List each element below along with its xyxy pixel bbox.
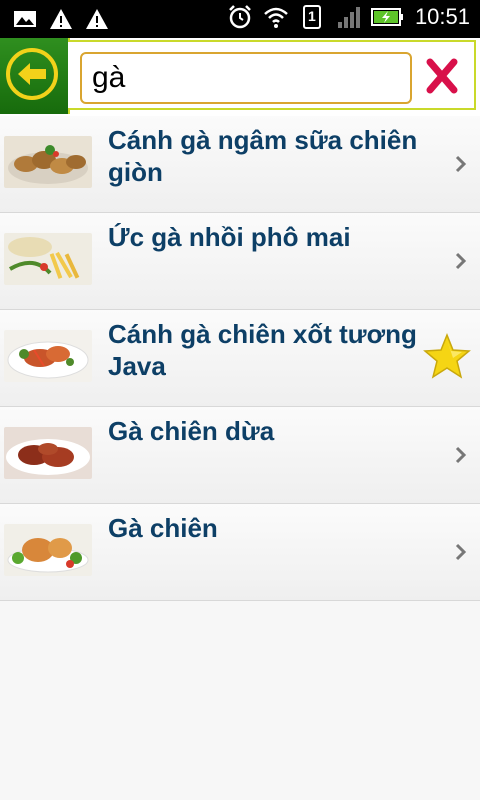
recipe-title: Ức gà nhồi phô mai [108,222,351,252]
battery-charging-icon [370,4,405,30]
search-bar [68,40,476,110]
close-x-icon[interactable] [424,56,460,96]
sim-icon: 1 [299,4,325,30]
list-item[interactable]: Gà chiên dừa [0,407,480,504]
wifi-icon [263,4,289,30]
recipe-title: Gà chiên [108,513,218,543]
gallery-icon [12,6,38,32]
list-item[interactable]: Cánh gà ngâm sữa chiên giòn [0,116,480,213]
sim-slot-label: 1 [307,8,316,24]
warning-icon [48,6,74,32]
search-header [0,38,480,116]
list-item[interactable]: Gà chiên [0,504,480,601]
fried-chicken-wings-thumbnail [4,136,92,188]
chicken-wings-sauce-thumbnail [4,330,92,382]
back-button[interactable] [0,38,70,114]
list-item[interactable]: Ức gà nhồi phô mai [0,213,480,310]
chevron-right-icon [454,154,468,174]
status-bar: 1 10:51 [0,0,480,38]
signal-icon [335,4,361,30]
list-item[interactable]: Cánh gà chiên xốt tương Java [0,310,480,407]
stuffed-chicken-breast-thumbnail [4,233,92,285]
coconut-fried-chicken-thumbnail [4,427,92,479]
chevron-right-icon [454,445,468,465]
results-list: Cánh gà ngâm sữa chiên giòn Ức gà nhồi p… [0,116,480,601]
clock: 10:51 [414,4,470,29]
alarm-icon [227,4,253,30]
recipe-title: Cánh gà chiên xốt tương Java [108,319,417,381]
chevron-right-icon [454,542,468,562]
recipe-title: Gà chiên dừa [108,416,275,446]
search-input[interactable] [80,52,412,104]
chevron-right-icon [454,251,468,271]
warning-icon [84,6,110,32]
star-favorite-icon[interactable] [422,332,472,382]
arrow-left-icon [6,48,58,100]
fried-chicken-thumbnail [4,524,92,576]
recipe-title: Cánh gà ngâm sữa chiên giòn [108,125,418,187]
